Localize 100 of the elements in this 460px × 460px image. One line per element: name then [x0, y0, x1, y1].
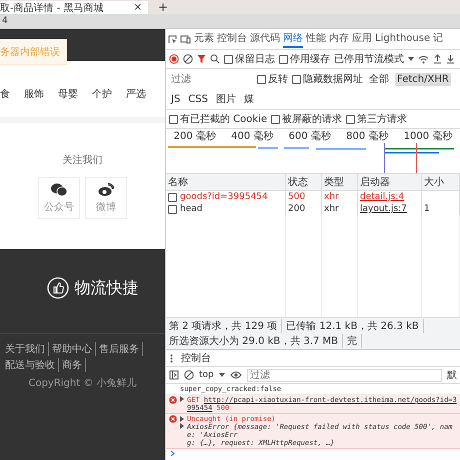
- table-cell: xhr: [324, 192, 339, 202]
- record-icon[interactable]: [169, 54, 179, 64]
- checkbox[interactable]: [346, 114, 356, 124]
- time-tick: 400 毫秒: [231, 130, 274, 143]
- filter-icon[interactable]: [197, 54, 206, 64]
- log-levels-dropdown[interactable]: 默: [447, 368, 457, 382]
- eye-icon[interactable]: [230, 371, 242, 379]
- type-filter[interactable]: CSS: [186, 92, 210, 106]
- request-name[interactable]: head: [180, 204, 202, 214]
- device-icon[interactable]: [180, 34, 191, 44]
- inspect-icon[interactable]: [168, 34, 177, 44]
- checkbox[interactable]: [292, 74, 301, 84]
- devtools-tab[interactable]: 元素: [194, 30, 214, 48]
- table-cell: 500: [288, 192, 306, 202]
- error-toast: 务器内部错误: [0, 39, 67, 65]
- column-header[interactable]: 大小: [422, 174, 460, 191]
- sidebar-icon[interactable]: [169, 370, 179, 380]
- time-tick: 800 毫秒: [346, 130, 388, 143]
- devtools-tab[interactable]: 内存: [329, 30, 349, 48]
- devtools-tab[interactable]: 网络: [283, 30, 303, 48]
- address-bar[interactable]: 4: [0, 14, 460, 29]
- thumbs-up-icon: [46, 277, 68, 299]
- wifi-settings-icon[interactable]: [418, 54, 429, 64]
- type-filter[interactable]: Fetch/XHR: [395, 72, 451, 86]
- nav-link[interactable]: 严选: [126, 87, 146, 101]
- tab-close[interactable]: ×: [134, 2, 142, 13]
- upload-icon[interactable]: [433, 54, 442, 64]
- dropdown-caret-icon[interactable]: [218, 373, 225, 377]
- type-filter[interactable]: 全部: [367, 71, 391, 87]
- status-text: 已传输 12.1 kB，共 26.3 kB: [286, 319, 424, 333]
- slogan-text: 物流快捷: [74, 278, 138, 298]
- checkbox[interactable]: [168, 192, 177, 202]
- chat-bubbles-icon: [51, 182, 67, 196]
- follow-label: 公众号: [44, 200, 74, 214]
- checkbox[interactable]: [169, 114, 178, 124]
- clear-icon[interactable]: [184, 370, 194, 380]
- prompt-caret-icon[interactable]: [170, 450, 175, 457]
- error-icon: [169, 396, 177, 404]
- footer-link[interactable]: 关于我们: [2, 342, 49, 356]
- type-filter[interactable]: 图片: [214, 91, 238, 107]
- drawer-tab[interactable]: 控制台: [181, 351, 211, 365]
- status-text: 第 2 项请求，共 129 项: [169, 319, 282, 333]
- more-icon[interactable]: [170, 354, 173, 362]
- eye-logo-icon: [98, 182, 114, 196]
- footer-link[interactable]: 帮助中心: [49, 342, 96, 356]
- table-cell: xhr: [324, 204, 339, 214]
- devtools-tab[interactable]: 源代码: [250, 30, 280, 48]
- footer-link[interactable]: 商务: [59, 358, 86, 372]
- initiator-link[interactable]: layout.js:7: [360, 204, 407, 214]
- checkbox-label: 反转: [268, 73, 288, 86]
- nav-link[interactable]: 个护: [92, 87, 112, 101]
- column-header[interactable]: 名称: [166, 174, 286, 191]
- checkbox[interactable]: [271, 114, 280, 124]
- checkbox-label: 隐藏数据网址: [303, 72, 363, 86]
- dropdown-caret-icon[interactable]: [408, 57, 414, 61]
- type-filter[interactable]: 媒: [242, 91, 256, 107]
- browser-tab[interactable]: 取-商品详情 - 黑马商城 ×: [0, 1, 148, 14]
- column-header[interactable]: 启动器: [358, 174, 422, 191]
- checkbox-label: 停用缓存: [290, 52, 330, 66]
- checkbox-label: 有已拦截的 Cookie: [180, 112, 268, 126]
- nav-link[interactable]: 母婴: [58, 87, 78, 101]
- nav-link[interactable]: 服饰: [24, 87, 44, 101]
- status-text: 完: [347, 334, 362, 348]
- devtools-tab[interactable]: Lighthouse: [375, 32, 430, 46]
- clear-icon[interactable]: [183, 54, 193, 64]
- type-filter[interactable]: JS: [169, 92, 182, 106]
- devtools-tab[interactable]: 控制台: [217, 30, 247, 48]
- checkbox-label: 第三方请求: [357, 112, 408, 126]
- throttle-dropdown[interactable]: 已停用节流模式: [334, 52, 404, 66]
- devtools-tab[interactable]: 性能: [306, 30, 326, 48]
- nav-link[interactable]: 食: [0, 87, 10, 101]
- footer-link[interactable]: 配送与验收: [2, 358, 59, 372]
- expand-arrow-icon[interactable]: [180, 396, 184, 402]
- download-icon[interactable]: [446, 54, 455, 64]
- status-text: 所选资源大小为 29.0 kB，共 3.7 MB: [169, 334, 344, 348]
- devtools-tab[interactable]: 应用: [352, 30, 372, 48]
- column-header[interactable]: 类型: [322, 174, 358, 191]
- follow-title: 关注我们: [62, 154, 102, 167]
- table-cell: 200: [288, 204, 306, 214]
- error-icon: [169, 415, 177, 423]
- time-tick: 200 毫秒: [174, 130, 216, 143]
- context-dropdown[interactable]: top: [199, 370, 214, 380]
- checkbox[interactable]: [168, 204, 177, 214]
- new-tab-button[interactable]: +: [158, 0, 168, 14]
- console-filter-field[interactable]: 过滤: [246, 368, 442, 382]
- footer-link[interactable]: 售后服务: [96, 342, 143, 356]
- follow-label: 微博: [96, 200, 116, 214]
- column-header[interactable]: 状态: [286, 174, 322, 191]
- checkbox[interactable]: [257, 74, 266, 84]
- checkbox-label: 保留日志: [235, 52, 275, 66]
- checkbox-label: 被屏蔽的请求: [282, 112, 342, 126]
- time-tick: 600 毫秒: [288, 130, 331, 143]
- initiator-link[interactable]: detail.js:4: [360, 192, 404, 202]
- table-cell: 1: [424, 204, 430, 214]
- checkbox[interactable]: [224, 54, 233, 64]
- search-icon[interactable]: [210, 54, 220, 64]
- devtools-tab[interactable]: 记: [433, 30, 444, 48]
- address-text: 4: [2, 16, 8, 26]
- request-name[interactable]: goods?id=3995454: [180, 192, 268, 202]
- checkbox[interactable]: [279, 54, 288, 64]
